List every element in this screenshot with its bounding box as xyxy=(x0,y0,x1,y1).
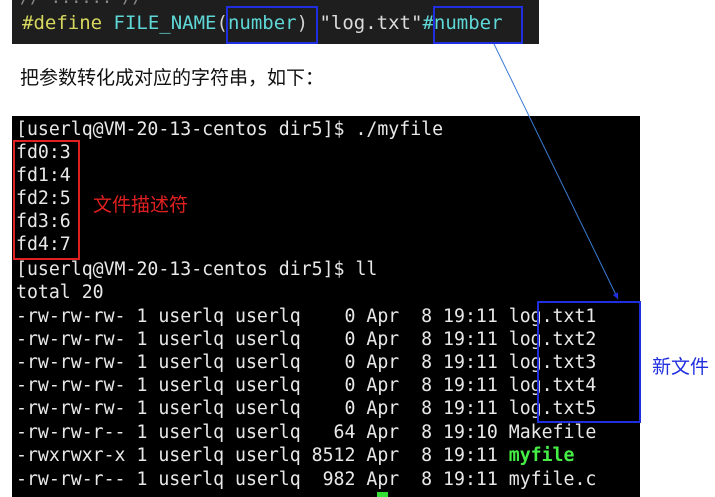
arrow-line xyxy=(493,43,619,300)
annotation-arrow xyxy=(493,43,619,300)
